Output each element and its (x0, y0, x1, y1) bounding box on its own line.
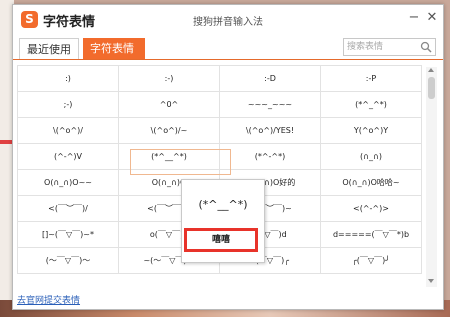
emoticon-cell[interactable]: (*^_^*) (321, 92, 422, 118)
emoticon-cell[interactable]: <(^-^)> (321, 196, 422, 222)
emoticon-cell[interactable]: :) (18, 66, 119, 92)
emoticon-cell[interactable]: :-) (119, 66, 220, 92)
scrollbar[interactable] (426, 67, 437, 287)
emoticon-cell[interactable]: ;-) (18, 92, 119, 118)
scroll-up-icon[interactable] (428, 68, 434, 72)
search-input[interactable] (347, 40, 417, 54)
emoticon-cell[interactable]: \(^o^)/YES! (220, 118, 321, 144)
scroll-thumb[interactable] (428, 77, 435, 99)
scroll-down-icon[interactable] (428, 279, 434, 283)
emoticon-cell[interactable]: Y(^o^)Y (321, 118, 422, 144)
emoticon-cell[interactable]: :-P (321, 66, 422, 92)
tab-bar: 最近使用 字符表情 (13, 35, 443, 60)
emoticon-cell[interactable]: O(∩_∩)O~~ (18, 170, 119, 196)
emoticon-cell[interactable]: \(^o^)/~ (119, 118, 220, 144)
minimize-icon[interactable]: − (406, 10, 422, 26)
emoticon-cell[interactable]: \(^o^)/ (18, 118, 119, 144)
search-box[interactable] (343, 38, 436, 56)
popup-preview: (*^__^*) (198, 198, 248, 211)
emoticon-cell[interactable]: []~(￣▽￣)~* (18, 222, 119, 248)
tab-recent[interactable]: 最近使用 (19, 38, 79, 59)
footer: 去官网提交表情 (13, 289, 443, 309)
sogou-logo-icon: S (21, 11, 38, 28)
emoticon-cell[interactable]: d=====(￣▽￣*)b (321, 222, 422, 248)
preview-popup: (*^__^*) 嘻嘻 (181, 179, 265, 263)
emoticon-cell[interactable]: :-D (220, 66, 321, 92)
emoticon-window: S 字符表情 搜狗拼音输入法 − ✕ 最近使用 字符表情 :):-):-D:-P… (12, 4, 444, 310)
emoticon-cell[interactable]: ^0^ (119, 92, 220, 118)
tab-emoticons[interactable]: 字符表情 (83, 38, 145, 59)
emoticon-cell[interactable]: (∩_∩) (321, 144, 422, 170)
close-icon[interactable]: ✕ (424, 10, 440, 26)
emoticon-cell[interactable]: (*^-^*) (220, 144, 321, 170)
emoticon-cell[interactable]: (^-^)V (18, 144, 119, 170)
title-bar[interactable]: S 字符表情 搜狗拼音输入法 − ✕ (13, 5, 443, 33)
app-name: 搜狗拼音输入法 (193, 17, 263, 28)
search-icon[interactable] (420, 41, 432, 53)
emoticon-cell[interactable]: ~~~_~~~ (220, 92, 321, 118)
hovered-cell-outline (130, 149, 231, 175)
window-title: 字符表情 (43, 15, 96, 30)
emoticon-cell[interactable]: O(∩_∩)O哈哈~ (321, 170, 422, 196)
emoticon-cell[interactable]: <(￣︶￣)/ (18, 196, 119, 222)
popup-label[interactable]: 嘻嘻 (184, 228, 258, 252)
submit-emoticon-link[interactable]: 去官网提交表情 (17, 293, 80, 306)
emoticon-cell[interactable]: ╭(￣▽￣)╯ (321, 248, 422, 274)
emoticon-cell[interactable]: (～￣▽￣)～ (18, 248, 119, 274)
